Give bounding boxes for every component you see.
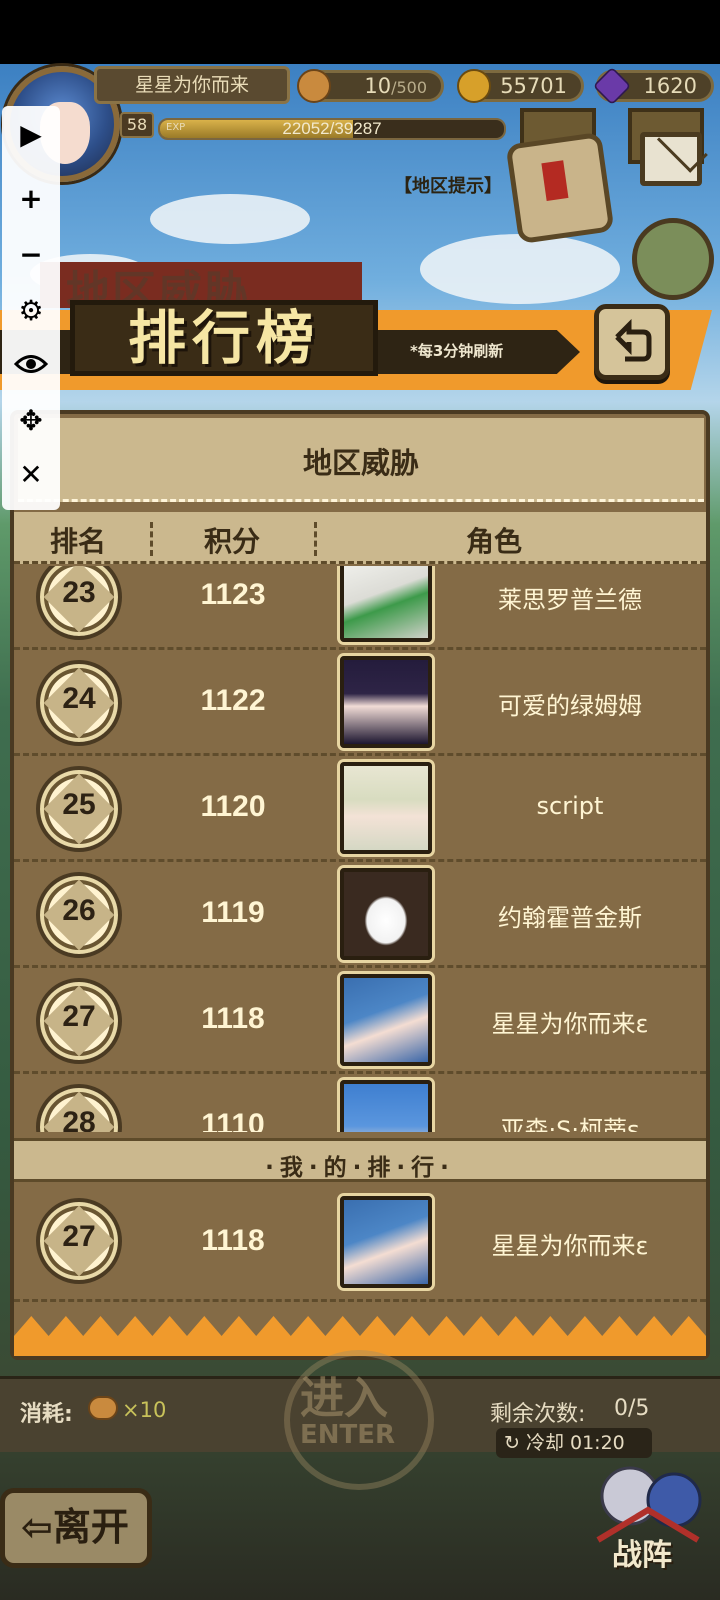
formation-label: 战阵 — [612, 1538, 672, 1573]
rank-medal: 27 — [36, 1198, 122, 1284]
character-name: 星星为你而来ε — [491, 1232, 649, 1260]
floating-toolbar: ▶ + − ⚙ ✥ ✕ — [2, 106, 60, 510]
rank-medal: 25 — [36, 766, 122, 852]
character-portrait[interactable] — [340, 1196, 432, 1288]
refresh-note: *每3分钟刷新 — [410, 342, 504, 360]
score: 1119 — [201, 896, 265, 929]
stamina-value: 10 — [364, 74, 392, 98]
score: 1110 — [201, 1108, 265, 1132]
leaderboard-row[interactable]: 25 1120 script — [14, 756, 706, 862]
rank-medal: 26 — [36, 872, 122, 958]
character-portrait[interactable] — [340, 656, 432, 748]
character-name: 可爱的绿姆姆 — [498, 692, 642, 720]
my-rank-band: ·我·的·排·行· — [14, 1138, 706, 1182]
region-hint-link[interactable]: 【地区提示】 — [394, 172, 502, 198]
leaderboard-row[interactable]: 24 1122 可爱的绿姆姆 — [14, 650, 706, 756]
play-icon[interactable]: ▶ — [2, 106, 60, 162]
column-score: 积分 — [204, 525, 261, 558]
leave-button[interactable]: ⇦离开 — [0, 1488, 152, 1568]
left-arrow-icon: ⇦ — [21, 1505, 53, 1549]
enter-label-en: ENTER — [300, 1420, 396, 1450]
minus-icon[interactable]: − — [2, 226, 60, 282]
character-name: 约翰霍普金斯 — [498, 904, 642, 932]
column-header: 排名 积分 角色 — [14, 512, 706, 564]
bread-icon — [88, 1396, 118, 1420]
quest-scroll-icon[interactable] — [505, 131, 615, 245]
eye-icon[interactable] — [2, 336, 60, 392]
backpack-icon[interactable] — [632, 218, 714, 300]
enter-label: 进入 — [300, 1373, 388, 1424]
move-icon[interactable]: ✥ — [2, 392, 60, 448]
character-name: script — [536, 792, 604, 820]
rank-number: 23 — [62, 576, 96, 609]
mail-icon[interactable] — [640, 132, 702, 186]
rank-medal: 27 — [36, 978, 122, 1064]
gold-coin-icon — [457, 69, 491, 103]
close-icon[interactable]: ✕ — [2, 446, 60, 502]
panel-tab: 地区威胁 — [18, 418, 704, 502]
score: 1118 — [201, 1002, 265, 1035]
player-name: 星星为你而来 — [94, 66, 290, 104]
leaderboard-list[interactable]: 23 1123 莱思罗普兰德 24 1122 可爱的绿姆姆 25 1120 sc… — [14, 566, 706, 1132]
column-divider — [150, 522, 153, 556]
gem-value: 1620 — [643, 74, 697, 98]
character-name: 莱思罗普兰德 — [498, 586, 642, 614]
character-portrait[interactable] — [340, 974, 432, 1066]
score: 1123 — [200, 578, 266, 611]
character-name: 亚森·S·柯蒂s — [500, 1116, 640, 1132]
rank-medal: 28 — [36, 1084, 122, 1132]
gear-icon[interactable]: ⚙ — [2, 282, 60, 338]
column-divider — [314, 522, 317, 556]
page-title: 排行榜 — [127, 304, 320, 372]
leaderboard-row[interactable]: 28 1110 亚森·S·柯蒂s — [14, 1074, 706, 1132]
my-rank-label: ·我·的·排·行· — [265, 1155, 455, 1181]
status-bar — [0, 0, 720, 64]
column-rank: 排名 — [50, 525, 107, 558]
my-rank-row[interactable]: 27 1118 星星为你而来ε — [14, 1184, 706, 1302]
score: 1120 — [200, 790, 266, 823]
character-portrait[interactable] — [340, 762, 432, 854]
rank-number: 28 — [62, 1106, 96, 1132]
stamina-box[interactable]: 10/500 — [297, 69, 444, 103]
remaining-label: 剩余次数: — [490, 1402, 586, 1427]
score: 1122 — [200, 684, 266, 717]
rank-number: 27 — [62, 1220, 96, 1253]
tab-title: 地区威胁 — [302, 446, 419, 480]
character-name: 星星为你而来ε — [491, 1010, 649, 1038]
leaderboard-panel: 地区威胁 排名 积分 角色 23 1123 莱思罗普兰德 24 1122 可爱的… — [10, 410, 710, 1360]
return-arrow-icon — [615, 319, 652, 362]
exp-text: 22052/39287 — [282, 119, 382, 138]
cost-value: ×10 — [122, 1398, 167, 1422]
rank-number: 26 — [62, 894, 96, 927]
bread-icon — [297, 69, 331, 103]
rank-number: 27 — [62, 1000, 96, 1033]
leaderboard-row[interactable]: 26 1119 约翰霍普金斯 — [14, 862, 706, 968]
rank-number: 24 — [62, 682, 96, 715]
character-portrait[interactable] — [340, 566, 432, 642]
cost-label: 消耗: — [20, 1402, 73, 1427]
gem-box[interactable]: 1620 — [592, 66, 714, 106]
rank-medal: 24 — [36, 660, 122, 746]
gold-box[interactable]: 55701 — [457, 69, 584, 103]
score: 1118 — [201, 1224, 265, 1257]
exp-bar: EXP 22052/39287 — [158, 118, 506, 140]
title-plate: 排行榜 — [70, 300, 378, 376]
remaining-value: 0/5 — [614, 1396, 650, 1421]
character-portrait[interactable] — [340, 868, 432, 960]
player-level: 58 — [120, 112, 154, 138]
leaderboard-row[interactable]: 23 1123 莱思罗普兰德 — [14, 566, 706, 650]
gold-value: 55701 — [500, 74, 567, 98]
rank-number: 25 — [62, 788, 96, 821]
character-portrait[interactable] — [340, 1080, 432, 1132]
refresh-icon: ↻ — [504, 1432, 520, 1454]
rank-medal: 23 — [36, 566, 122, 640]
back-button[interactable] — [594, 304, 670, 380]
leave-label: 离开 — [52, 1505, 129, 1549]
leaderboard-row[interactable]: 27 1118 星星为你而来ε — [14, 968, 706, 1074]
plus-icon[interactable]: + — [2, 170, 60, 226]
stamina-max: /500 — [391, 78, 427, 97]
column-character: 角色 — [466, 525, 523, 558]
